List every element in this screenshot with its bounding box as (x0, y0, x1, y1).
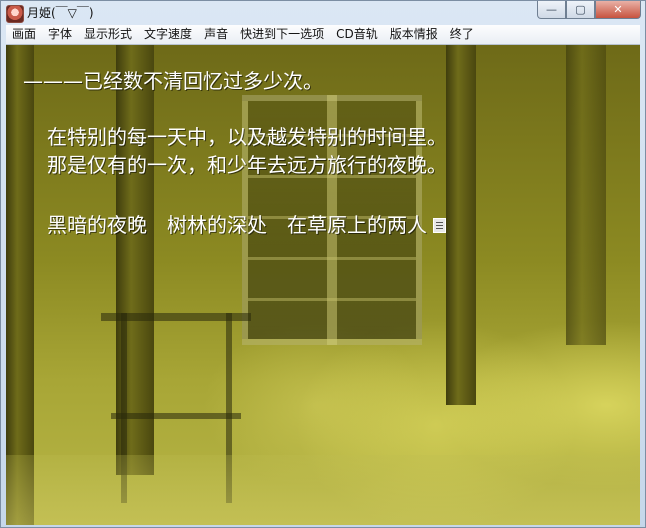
game-scene[interactable]: ———已经数不清回忆过多少次。 在特别的每一天中，以及越发特别的时间里。 那是仅… (6, 45, 640, 525)
menu-cd-track[interactable]: CD音轨 (330, 25, 384, 44)
menu-screen[interactable]: 画面 (6, 25, 42, 44)
menu-skip-to-next-choice[interactable]: 快进到下一选项 (234, 25, 330, 44)
title-bar[interactable]: 月姫(￣▽￣) — ▢ ✕ (1, 1, 645, 25)
menu-font[interactable]: 字体 (42, 25, 78, 44)
menu-text-speed[interactable]: 文字速度 (138, 25, 198, 44)
story-text-box[interactable]: ———已经数不清回忆过多少次。 在特别的每一天中，以及越发特别的时间里。 那是仅… (6, 45, 640, 525)
menu-exit[interactable]: 终了 (444, 25, 480, 44)
story-line: 在特别的每一天中，以及越发特别的时间里。 (47, 125, 447, 149)
menu-version-info[interactable]: 版本情报 (384, 25, 444, 44)
menu-bar: 画面 字体 显示形式 文字速度 声音 快进到下一选项 CD音轨 版本情报 终了 (6, 25, 640, 45)
story-line: 那是仅有的一次，和少年去远方旅行的夜晚。 (47, 153, 447, 177)
page-icon (433, 218, 446, 233)
window-title: 月姫(￣▽￣) (27, 6, 94, 20)
menu-display-mode[interactable]: 显示形式 (78, 25, 138, 44)
game-window: 月姫(￣▽￣) — ▢ ✕ 画面 字体 显示形式 文字速度 声音 快进到下一选项… (0, 0, 646, 528)
close-button[interactable]: ✕ (595, 1, 641, 19)
menu-sound[interactable]: 声音 (198, 25, 234, 44)
window-controls: — ▢ ✕ (537, 1, 641, 19)
story-line-text: 黑暗的夜晚 树林的深处 在草原上的两人 (47, 213, 427, 237)
app-icon[interactable] (6, 5, 24, 23)
story-line-with-indicator: 黑暗的夜晚 树林的深处 在草原上的两人 (47, 209, 446, 238)
story-line: ———已经数不清回忆过多少次。 (23, 69, 323, 93)
minimize-button[interactable]: — (537, 1, 566, 19)
maximize-button[interactable]: ▢ (566, 1, 595, 19)
